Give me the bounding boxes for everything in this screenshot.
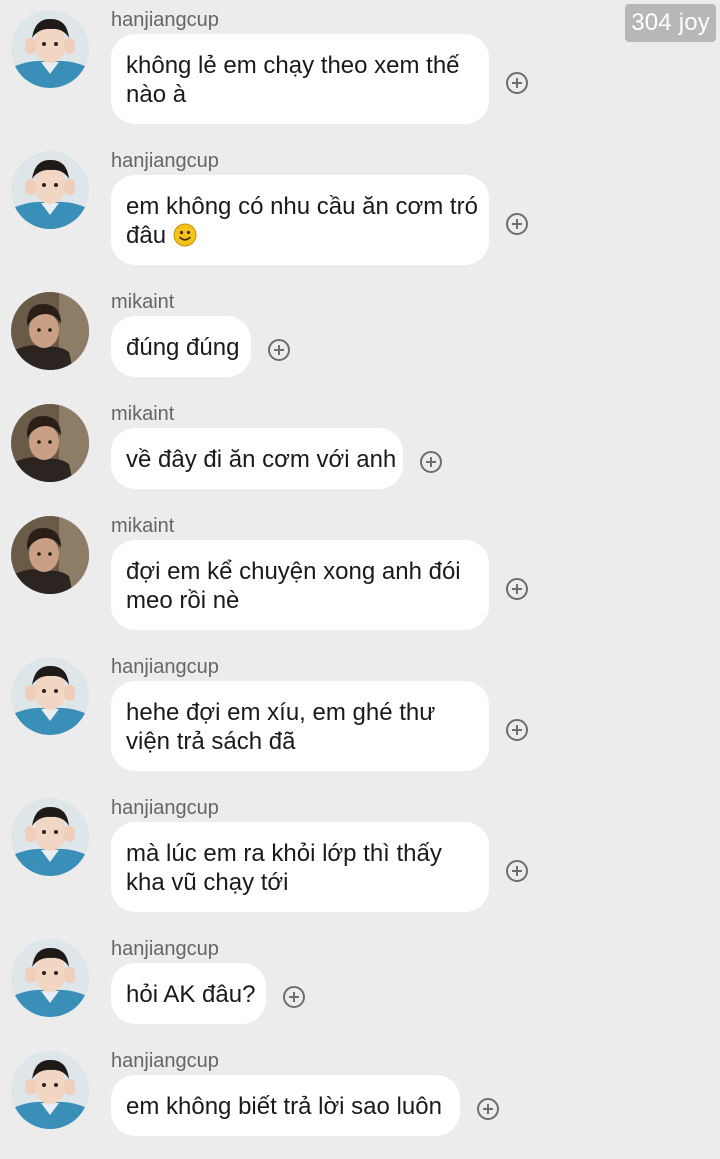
message-bubble[interactable]: đợi em kể chuyện xong anh đói meo rồi nè <box>111 540 489 630</box>
username[interactable]: hanjiangcup <box>111 8 219 32</box>
add-reaction-icon[interactable] <box>506 213 528 235</box>
avatar-hanjiangcup[interactable] <box>11 1051 89 1129</box>
username[interactable]: hanjiangcup <box>111 655 219 679</box>
username[interactable]: hanjiangcup <box>111 937 219 961</box>
message-bubble[interactable]: không lẻ em chạy theo xem thế nào à <box>111 34 489 124</box>
message-text: đúng đúng <box>126 334 240 361</box>
message-bubble[interactable]: về đây đi ăn cơm với anh <box>111 428 403 489</box>
message-bubble[interactable]: em không biết trả lời sao luôn <box>111 1075 460 1136</box>
message-text: mà lúc em ra khỏi lớp thì thấy <box>126 840 442 867</box>
username[interactable]: hanjiangcup <box>111 149 219 173</box>
add-reaction-icon[interactable] <box>506 719 528 741</box>
username[interactable]: mikaint <box>111 402 174 426</box>
message-text: đâu <box>126 222 167 249</box>
avatar-mikaint[interactable] <box>11 292 89 370</box>
message-bubble[interactable]: hỏi AK đâu? <box>111 963 266 1024</box>
avatar-mikaint[interactable] <box>11 404 89 482</box>
avatar-hanjiangcup[interactable] <box>11 939 89 1017</box>
add-reaction-icon[interactable] <box>283 986 305 1008</box>
message-text: kha vũ chạy tới <box>126 869 289 896</box>
avatar-mikaint[interactable] <box>11 516 89 594</box>
slightly-smiling-face-icon <box>173 223 197 247</box>
add-reaction-icon[interactable] <box>506 72 528 94</box>
message-text: viện trả sách đã <box>126 728 296 755</box>
message-text: nào à <box>126 81 187 108</box>
message-text: không lẻ em chạy theo xem thế <box>126 52 460 79</box>
message-text: hỏi AK đâu? <box>126 981 256 1008</box>
message-text: đợi em kể chuyện xong anh đói <box>126 558 461 585</box>
add-reaction-icon[interactable] <box>506 578 528 600</box>
avatar-hanjiangcup[interactable] <box>11 657 89 735</box>
message-bubble[interactable]: mà lúc em ra khỏi lớp thì thấy kha vũ ch… <box>111 822 489 912</box>
message-bubble[interactable]: đúng đúng <box>111 316 251 377</box>
add-reaction-icon[interactable] <box>268 339 290 361</box>
avatar-hanjiangcup[interactable] <box>11 151 89 229</box>
add-reaction-icon[interactable] <box>506 860 528 882</box>
username[interactable]: mikaint <box>111 290 174 314</box>
username[interactable]: hanjiangcup <box>111 1049 219 1073</box>
message-text: meo rồi nè <box>126 587 240 614</box>
message-text: em không có nhu cầu ăn cơm tró <box>126 193 478 220</box>
avatar-hanjiangcup[interactable] <box>11 798 89 876</box>
username[interactable]: hanjiangcup <box>111 796 219 820</box>
message-bubble[interactable]: em không có nhu cầu ăn cơm tró đâu <box>111 175 489 265</box>
message-text: về đây đi ăn cơm với anh <box>126 446 397 473</box>
watermark-label: 304 joy <box>625 4 716 42</box>
add-reaction-icon[interactable] <box>420 451 442 473</box>
message-line: đâu <box>126 221 474 250</box>
add-reaction-icon[interactable] <box>477 1098 499 1120</box>
avatar-hanjiangcup[interactable] <box>11 10 89 88</box>
message-text: em không biết trả lời sao luôn <box>126 1093 442 1120</box>
username[interactable]: mikaint <box>111 514 174 538</box>
message-text: hehe đợi em xíu, em ghé thư <box>126 699 436 726</box>
message-bubble[interactable]: hehe đợi em xíu, em ghé thư viện trả sác… <box>111 681 489 771</box>
